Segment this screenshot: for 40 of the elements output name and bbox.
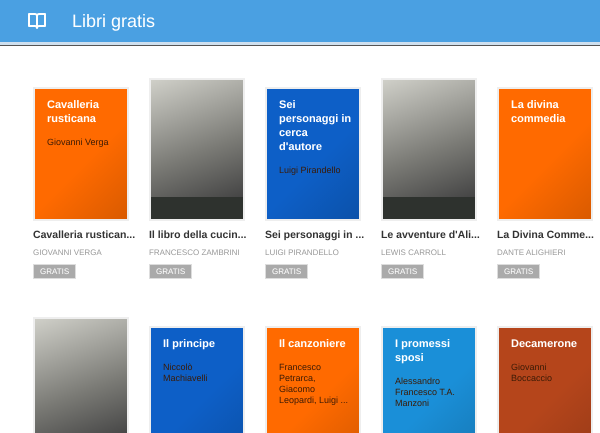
cover-author: Alessandro Francesco T.A. Manzoni [395,376,456,409]
header-title: Libri gratis [72,10,156,32]
price-badge[interactable]: GRATIS [33,264,76,279]
cover-title: Il canzoniere [279,337,347,351]
cover-author: Francesco Petrarca, Giacomo Leopardi, Luigi ... [279,362,350,406]
cover-title: Cavalleria rusticana [47,98,100,126]
book-title: Le avventure d'Ali... [381,228,480,242]
cover-title: I promessi sposi [395,337,452,365]
book-author: LEWIS CARROLL [381,248,446,257]
price-badge[interactable]: GRATIS [381,264,424,279]
book-cover[interactable]: Cavalleria rusticana Giovanni Verga [33,87,129,221]
book-title: Il libro della cucin... [149,228,246,242]
book-author: FRANCESCO ZAMBRINI [149,248,240,257]
book-cover[interactable]: La divina commedia [497,87,593,221]
book-cover[interactable]: Decamerone Giovanni Boccaccio [497,326,593,433]
cover-author: Luigi Pirandello [279,165,342,176]
cover-author: Niccolò Machiavelli [163,362,209,384]
cover-author: Giovanni Verga [47,137,110,148]
book-author: LUIGI PIRANDELLO [265,248,339,257]
cover-title: Decamerone [511,337,578,351]
cover-title: La divina commedia [511,98,566,126]
book-title: Sei personaggi in ... [265,228,364,242]
price-badge[interactable]: GRATIS [265,264,308,279]
book-cover[interactable]: Il principe Niccolò Machiavelli [149,326,245,433]
cover-illustration[interactable] [149,78,245,221]
cover-illustration[interactable] [33,317,129,433]
book-cover[interactable]: Sei personaggi in cerca d'autore Luigi Pirandello [265,87,361,221]
book-icon [27,12,47,30]
cover-title: Sei personaggi in cerca d'autore [279,98,352,154]
book-author: DANTE ALIGHIERI [497,248,566,257]
book-cover[interactable]: I promessi sposi Alessandro Francesco T.A. Manzoni [381,326,477,433]
price-badge[interactable]: GRATIS [149,264,192,279]
cover-illustration[interactable] [381,78,477,221]
book-cover[interactable]: Il canzoniere Francesco Petrarca, Giacomo Leopardi, Luigi ... [265,326,361,433]
book-title: Cavalleria rustican... [33,228,136,242]
price-badge[interactable]: GRATIS [497,264,540,279]
book-author: GIOVANNI VERGA [33,248,102,257]
book-title: La Divina Comme... [497,228,594,242]
cover-title: Il principe [163,337,216,351]
cover-author: Giovanni Boccaccio [511,362,554,384]
